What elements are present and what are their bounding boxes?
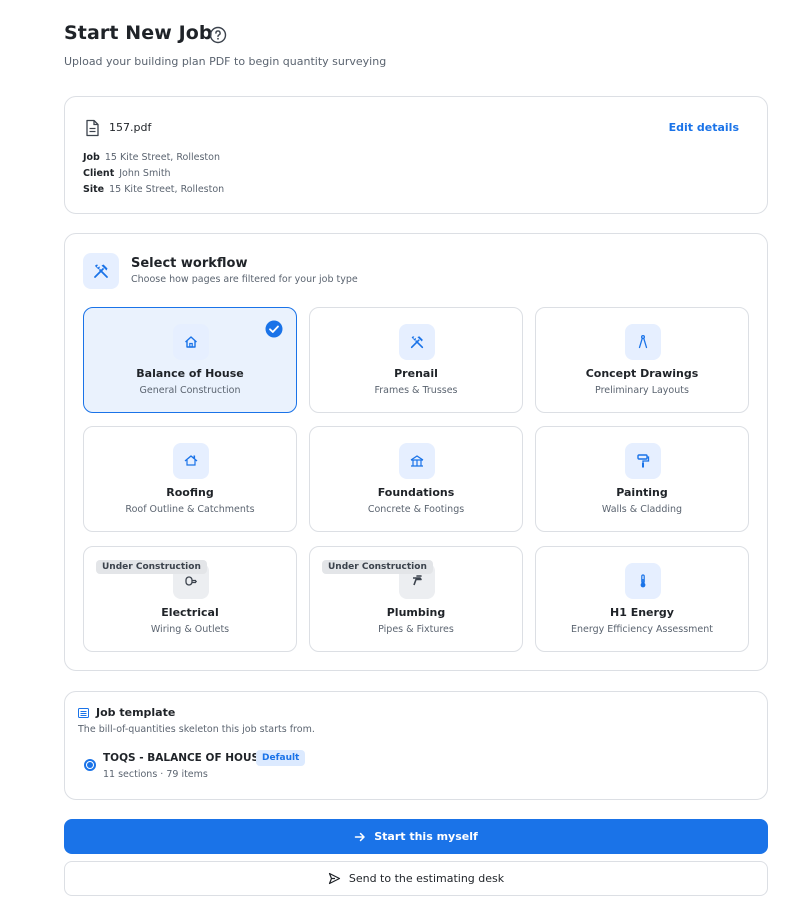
thermometer-icon xyxy=(625,563,661,599)
foundation-icon xyxy=(399,443,435,479)
start-myself-button[interactable]: Start this myself xyxy=(64,819,768,854)
tile-label: Balance of House xyxy=(136,367,244,380)
tile-label: Foundations xyxy=(377,486,455,499)
workflow-tile-electrical[interactable]: Under Construction Electrical Wiring & O… xyxy=(83,546,297,652)
template-name[interactable]: TOQS - BALANCE OF HOUSE xyxy=(103,752,266,764)
compass-icon xyxy=(625,324,661,360)
template-meta: 11 sections · 79 items xyxy=(103,769,208,780)
job-label: Job xyxy=(83,152,100,163)
site-label: Site xyxy=(83,184,105,195)
send-to-estimating-button[interactable]: Send to the estimating desk xyxy=(64,861,768,896)
check-circle-icon xyxy=(265,320,283,338)
list-icon xyxy=(78,708,89,718)
tile-sublabel: Frames & Trusses xyxy=(374,385,458,396)
page-subtitle: Upload your building plan PDF to begin q… xyxy=(64,55,387,68)
default-badge: Default xyxy=(256,750,306,766)
job-row: Job 15 Kite Street, Rolleston xyxy=(83,152,220,163)
tile-sublabel: Concrete & Footings xyxy=(367,504,465,515)
site-row: Site 15 Kite Street, Rolleston xyxy=(83,184,224,195)
house-icon xyxy=(173,324,209,360)
template-title: Job template xyxy=(96,706,176,719)
file-icon xyxy=(86,119,99,137)
tile-sublabel: General Construction xyxy=(139,385,241,396)
paint-roller-icon xyxy=(625,443,661,479)
workflow-tile-concept-drawings[interactable]: Concept Drawings Preliminary Layouts xyxy=(535,307,749,413)
tile-label: Roofing xyxy=(166,486,214,499)
workflow-card: Select workflow Choose how pages are fil… xyxy=(64,233,768,671)
tile-label: Painting xyxy=(616,486,668,499)
under-construction-badge: Under Construction xyxy=(96,560,207,574)
tile-label: Electrical xyxy=(161,606,219,619)
workflow-tile-roofing[interactable]: Roofing Roof Outline & Catchments xyxy=(83,426,297,532)
page-title: Start New Job xyxy=(64,22,213,44)
send-icon xyxy=(328,872,340,885)
template-radio[interactable] xyxy=(84,759,96,771)
workflow-title: Select workflow xyxy=(131,256,248,271)
file-details-card: 157.pdf Edit details Job 15 Kite Street, … xyxy=(64,96,768,214)
tile-label: Prenail xyxy=(394,367,438,380)
edit-details-link[interactable]: Edit details xyxy=(669,121,739,134)
job-template-card: Job template The bill-of-quantities skel… xyxy=(64,691,768,800)
template-subtitle: The bill-of-quantities skeleton this job… xyxy=(78,724,315,735)
tile-label: Concept Drawings xyxy=(585,367,699,380)
workflow-tile-foundations[interactable]: Foundations Concrete & Footings xyxy=(309,426,523,532)
tile-sublabel: Roof Outline & Catchments xyxy=(125,504,255,515)
client-label: Client xyxy=(83,168,115,179)
start-myself-label: Start this myself xyxy=(374,830,478,843)
send-to-estimating-label: Send to the estimating desk xyxy=(348,872,505,885)
tile-label: Plumbing xyxy=(386,606,446,619)
tile-sublabel: Preliminary Layouts xyxy=(595,385,689,396)
radio-selected-dot xyxy=(87,762,93,768)
workflow-tile-h1-energy[interactable]: H1 Energy Energy Efficiency Assessment xyxy=(535,546,749,652)
tile-sublabel: Wiring & Outlets xyxy=(150,624,230,635)
tools-icon xyxy=(83,253,119,289)
arrow-right-icon xyxy=(354,832,365,841)
workflow-tile-painting[interactable]: Painting Walls & Cladding xyxy=(535,426,749,532)
file-name: 157.pdf xyxy=(109,121,152,134)
job-value: 15 Kite Street, Rolleston xyxy=(104,152,220,163)
tile-sublabel: Energy Efficiency Assessment xyxy=(570,624,714,635)
tile-sublabel: Walls & Cladding xyxy=(601,504,683,515)
workflow-tile-plumbing[interactable]: Under Construction Plumbing Pipes & Fixt… xyxy=(309,546,523,652)
workflow-tile-prenail[interactable]: Prenail Frames & Trusses xyxy=(309,307,523,413)
workflow-tile-balance-of-house[interactable]: Balance of House General Construction xyxy=(83,307,297,413)
site-value: 15 Kite Street, Rolleston xyxy=(109,184,225,195)
tile-sublabel: Pipes & Fixtures xyxy=(378,624,454,635)
client-value: John Smith xyxy=(119,168,171,179)
help-circle-icon[interactable] xyxy=(209,26,227,44)
workflow-subtitle: Choose how pages are filtered for your j… xyxy=(131,274,358,285)
roof-icon xyxy=(173,443,209,479)
under-construction-badge: Under Construction xyxy=(322,560,433,574)
client-row: Client John Smith xyxy=(83,168,171,179)
hammer-wrench-icon xyxy=(399,324,435,360)
tile-label: H1 Energy xyxy=(610,606,674,619)
